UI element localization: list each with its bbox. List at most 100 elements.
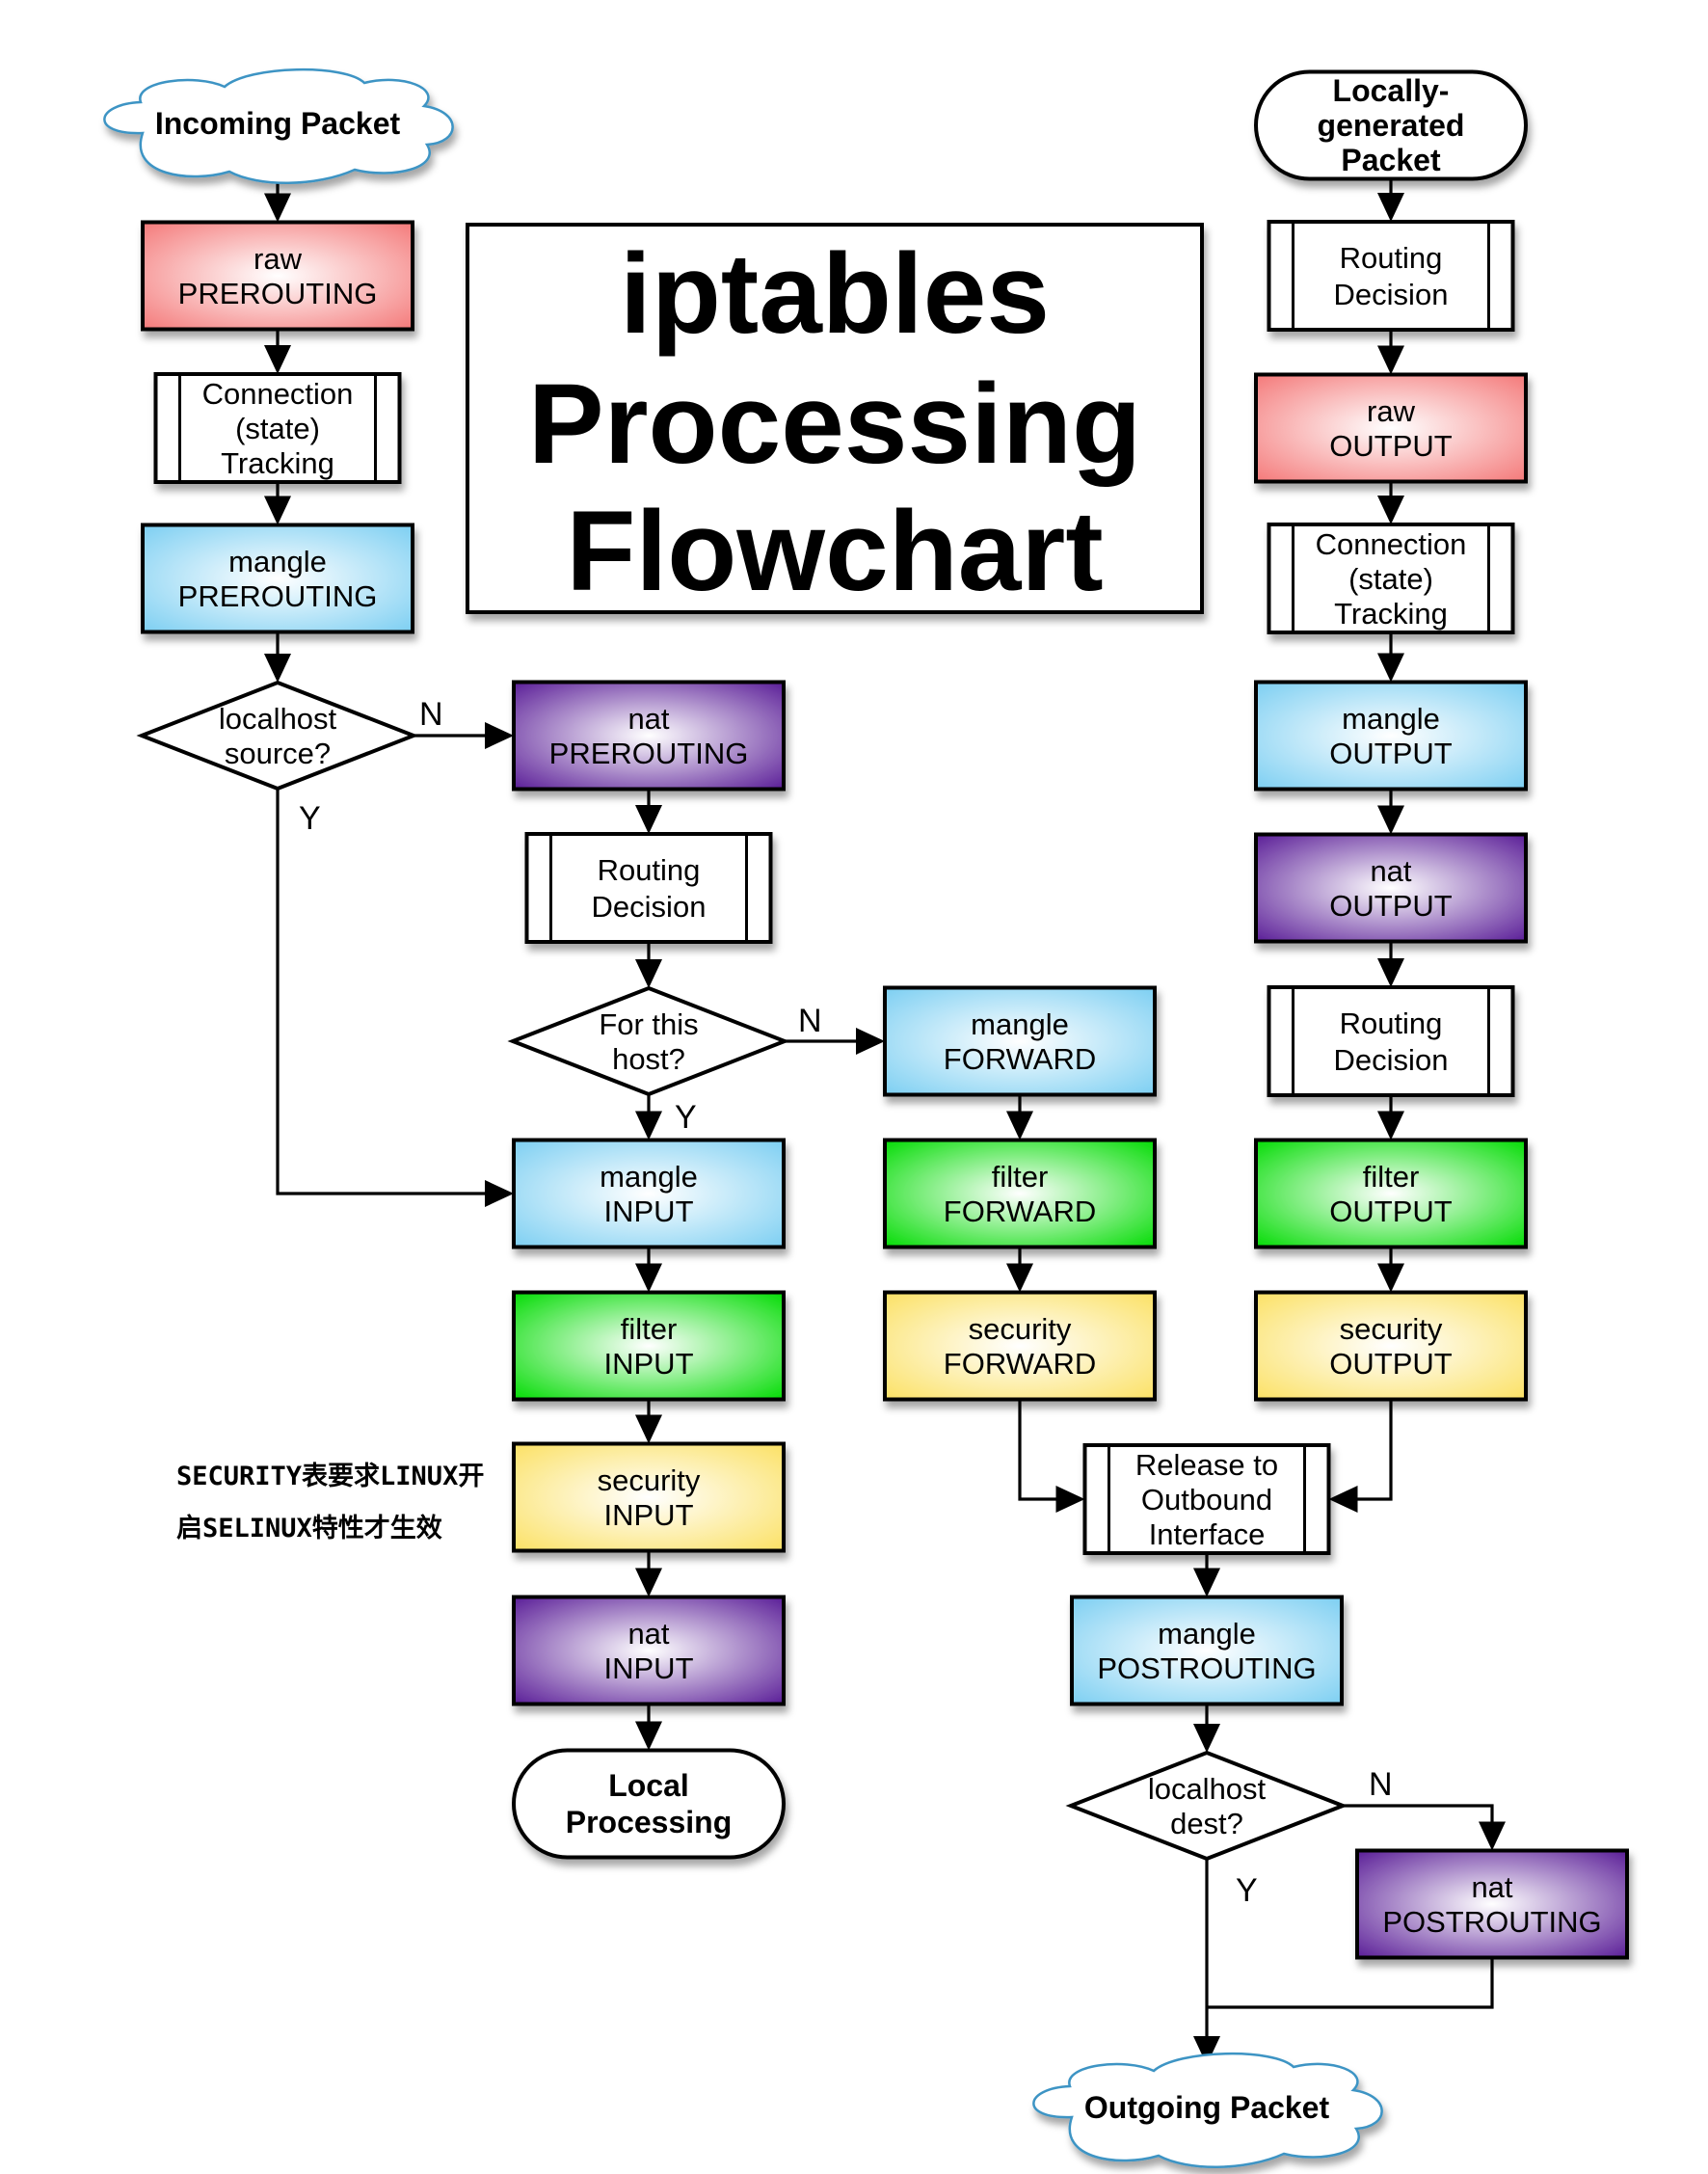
filter-table-box [883, 1138, 1157, 1249]
edge-localhost-src-to-nat-pre: N [414, 696, 514, 749]
edge-localhost-dest-to-outgoing: Y [1193, 1859, 1258, 2065]
node-label-line: FORWARD [944, 1042, 1096, 1076]
edge-filter-forward-to-security-forward [1006, 1247, 1033, 1293]
edge-raw-output-to-conntrack-out [1377, 481, 1404, 524]
edge-mangle-input-to-filter-input [635, 1247, 662, 1293]
process-box [1267, 985, 1515, 1097]
node-nat-pre: natPREROUTING [512, 680, 786, 792]
node-label-line: Decision [1334, 278, 1449, 311]
no-label: N [419, 696, 443, 733]
edge-line [1343, 1804, 1494, 1822]
node-label-line: POSTROUTING [1382, 1905, 1601, 1939]
no-label: N [1369, 1766, 1393, 1803]
edge-mangle-pre-to-localhost-src [264, 631, 291, 683]
mangle-table-box [1254, 680, 1528, 792]
node-mangle-input: mangleINPUT [512, 1138, 786, 1249]
selinux-note: SECURITY表要求LINUX开 启SELINUX特性才生效 [176, 1462, 484, 1543]
node-label-line: Connection [1316, 527, 1467, 561]
node-label-line: generated [1318, 108, 1465, 143]
arrowhead-icon [635, 1568, 662, 1597]
node-label-line: INPUT [604, 1347, 694, 1381]
edge-line [1018, 1399, 1056, 1501]
node-mangle-output: mangleOUTPUT [1254, 680, 1528, 792]
node-routing-out2: RoutingDecision [1267, 985, 1515, 1097]
node-routing-in: RoutingDecision [524, 832, 773, 944]
node-label-line: nat [1370, 854, 1411, 888]
node-nat-input: natINPUT [512, 1595, 786, 1706]
edge-line [276, 789, 485, 1195]
node-label-line: OUTPUT [1329, 1347, 1453, 1381]
mangle-table-box [1070, 1595, 1344, 1706]
node-label-line: security [1340, 1312, 1443, 1346]
node-label-line: nat [627, 702, 669, 736]
node-label-line: PREROUTING [178, 579, 378, 613]
edge-routing-out2-to-filter-output [1377, 1095, 1404, 1141]
filter-table-box [1254, 1138, 1528, 1249]
arrowhead-icon [1377, 653, 1404, 683]
edge-routing-in-to-for-this-host [635, 942, 662, 988]
process-box [1267, 220, 1515, 332]
node-label-line: POSTROUTING [1097, 1651, 1316, 1685]
node-label-line: raw [254, 242, 303, 276]
arrowhead-icon [635, 959, 662, 988]
nat-table-box [512, 680, 786, 792]
node-label-line: Incoming Packet [155, 106, 401, 141]
yes-label: Y [299, 800, 321, 837]
node-security-output: securityOUTPUT [1254, 1290, 1528, 1402]
arrowhead-icon [1377, 958, 1404, 987]
terminal-pill [512, 1748, 786, 1860]
arrowhead-icon [1479, 1821, 1506, 1851]
iptables-flowchart: NYNYNY Incoming PacketrawPREROUTINGConne… [103, 67, 1629, 2168]
title-box: iptables Processing Flowchart [466, 223, 1204, 615]
node-label-line: security [598, 1463, 701, 1497]
edge-security-output-to-release-outbound [1328, 1399, 1393, 1513]
node-label-line: Decision [592, 890, 707, 924]
arrowhead-icon [1193, 1724, 1220, 1753]
node-label-line: INPUT [604, 1498, 694, 1532]
arrowhead-icon [635, 1263, 662, 1293]
node-label-line: OUTPUT [1329, 737, 1453, 770]
arrowhead-icon [1377, 1263, 1404, 1293]
node-label-line: Interface [1149, 1517, 1266, 1551]
edge-routing-out1-to-raw-output [1377, 330, 1404, 375]
arrowhead-icon [1377, 805, 1404, 835]
security-table-box [512, 1441, 786, 1553]
node-incoming: Incoming Packet [103, 67, 454, 184]
edge-localhost-src-to-mangle-input: Y [276, 789, 514, 1207]
node-label-line: FORWARD [944, 1347, 1096, 1381]
nat-table-box [1254, 832, 1528, 944]
arrowhead-icon [1006, 1111, 1033, 1141]
node-mangle-pre: manglePREROUTING [141, 523, 414, 634]
node-label-line: mangle [1342, 702, 1440, 736]
arrowhead-icon [485, 1180, 514, 1207]
node-label-line: INPUT [604, 1651, 694, 1685]
node-label-line: OUTPUT [1329, 889, 1453, 923]
edge-for-this-host-to-mangle-forward: N [785, 1003, 885, 1055]
node-mangle-post: manglePOSTROUTING [1070, 1595, 1344, 1706]
node-nat-output: natOUTPUT [1254, 832, 1528, 944]
edge-filter-input-to-security-input [635, 1399, 662, 1444]
node-label-line: Tracking [221, 446, 334, 480]
node-label-line: mangle [600, 1160, 698, 1194]
edge-nat-input-to-local-processing [635, 1704, 662, 1751]
node-label-line: (state) [235, 412, 320, 445]
node-label-line: security [969, 1312, 1072, 1346]
edge-line [1207, 1957, 1494, 2009]
edge-mangle-forward-to-filter-forward [1006, 1094, 1033, 1141]
node-label-line: nat [627, 1617, 669, 1651]
security-table-box [883, 1290, 1157, 1402]
arrowhead-icon [1377, 193, 1404, 222]
node-label-line: Packet [1341, 143, 1441, 177]
arrowhead-icon [264, 345, 291, 374]
node-label-line: mangle [971, 1007, 1069, 1041]
node-filter-output: filterOUTPUT [1254, 1138, 1528, 1249]
node-localhost-src: localhostsource? [136, 680, 419, 792]
arrowhead-icon [264, 654, 291, 683]
arrowhead-icon [635, 805, 662, 834]
mangle-table-box [883, 985, 1157, 1097]
edge-locally-generated-to-routing-out1 [1377, 178, 1404, 222]
node-label-line: For this [599, 1007, 698, 1041]
edge-line [1357, 1399, 1393, 1501]
arrowhead-icon [635, 1721, 662, 1751]
edge-mangle-output-to-nat-output [1377, 789, 1404, 835]
